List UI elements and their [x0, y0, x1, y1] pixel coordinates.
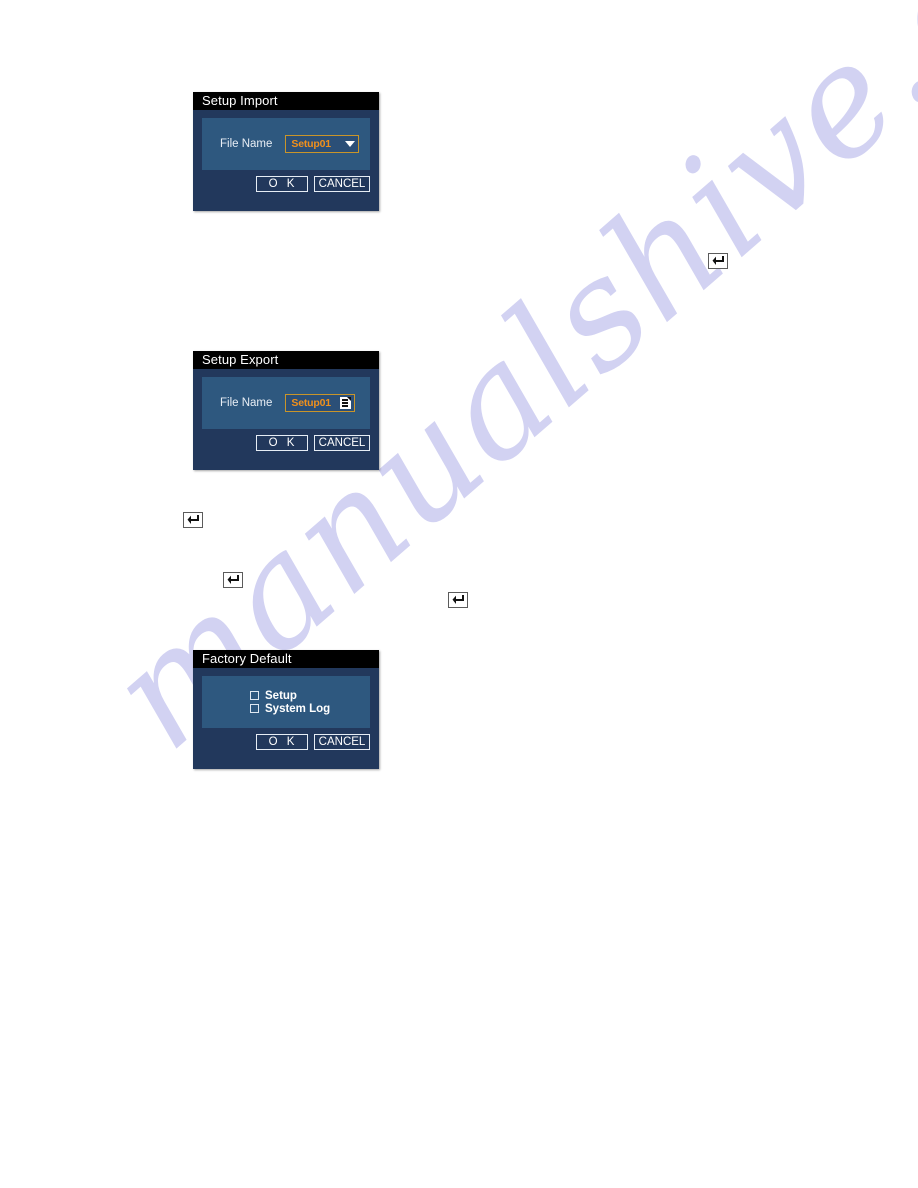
- file-name-value: Setup01: [291, 138, 331, 150]
- file-name-value: Setup01: [291, 397, 331, 409]
- setup-import-button-row: O K CANCEL: [193, 170, 379, 200]
- setup-export-button-row: O K CANCEL: [193, 429, 379, 459]
- cancel-button[interactable]: CANCEL: [314, 435, 370, 451]
- factory-default-dialog: Factory Default Setup System Log O K CAN…: [193, 650, 379, 769]
- factory-default-panel: Setup System Log: [202, 676, 370, 728]
- enter-key-icon-1: [708, 253, 728, 269]
- cancel-button[interactable]: CANCEL: [314, 176, 370, 192]
- checkbox-system-log[interactable]: [250, 704, 259, 713]
- setup-export-dialog: Setup Export File Name Setup01 O K CANCE…: [193, 351, 379, 470]
- setup-import-panel: File Name Setup01: [202, 118, 370, 170]
- checkbox-system-log-label: System Log: [265, 702, 331, 715]
- setup-export-body: File Name Setup01: [193, 369, 379, 429]
- factory-default-titlebar: Factory Default: [193, 650, 379, 668]
- factory-default-button-row: O K CANCEL: [193, 728, 379, 758]
- ok-button[interactable]: O K: [256, 435, 308, 451]
- setup-import-body: File Name Setup01: [193, 110, 379, 170]
- file-name-dropdown[interactable]: Setup01: [285, 135, 360, 153]
- file-name-input[interactable]: Setup01: [285, 394, 356, 412]
- ok-button[interactable]: O K: [256, 734, 308, 750]
- setup-import-title: Setup Import: [202, 93, 278, 108]
- checkbox-setup[interactable]: [250, 691, 259, 700]
- factory-default-title: Factory Default: [202, 651, 292, 666]
- checkbox-setup-label: Setup: [265, 689, 297, 702]
- document-edit-icon[interactable]: [340, 397, 352, 409]
- file-name-label: File Name: [220, 138, 273, 150]
- cancel-button[interactable]: CANCEL: [314, 734, 370, 750]
- enter-key-icon-4: [448, 592, 468, 608]
- ok-button[interactable]: O K: [256, 176, 308, 192]
- factory-default-body: Setup System Log: [193, 668, 379, 728]
- setup-export-title: Setup Export: [202, 352, 279, 367]
- setup-import-titlebar: Setup Import: [193, 92, 379, 110]
- enter-key-icon-3: [223, 572, 243, 588]
- factory-default-options: Setup System Log: [250, 689, 330, 716]
- chevron-down-icon[interactable]: [345, 141, 356, 147]
- setup-import-dialog: Setup Import File Name Setup01 O K CANCE…: [193, 92, 379, 211]
- option-setup[interactable]: Setup: [250, 690, 330, 702]
- enter-key-icon-2: [183, 512, 203, 528]
- setup-export-panel: File Name Setup01: [202, 377, 370, 429]
- setup-export-titlebar: Setup Export: [193, 351, 379, 369]
- option-system-log[interactable]: System Log: [250, 703, 330, 715]
- file-name-label: File Name: [220, 397, 273, 409]
